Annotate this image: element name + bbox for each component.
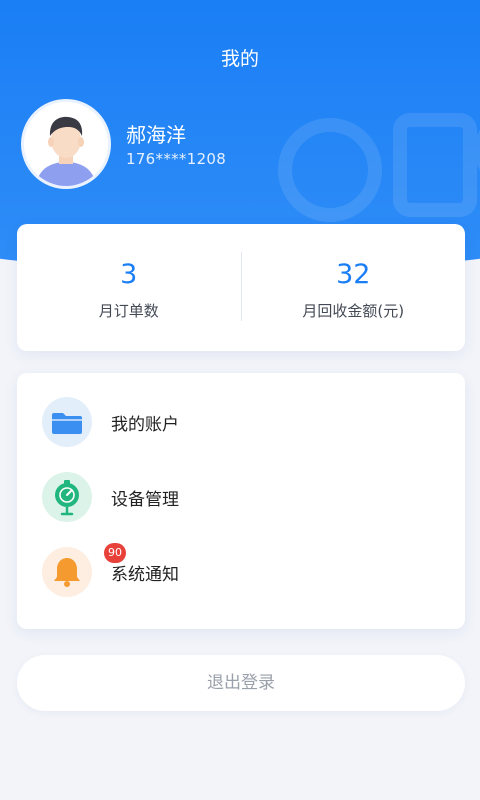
- avatar[interactable]: [21, 99, 111, 189]
- menu-item-my-account[interactable]: 我的账户: [17, 392, 465, 452]
- menu-label: 设备管理: [111, 489, 179, 510]
- stat-label: 月订单数: [98, 302, 159, 320]
- folder-icon: [42, 397, 92, 447]
- user-avatar-icon: [24, 102, 108, 186]
- logout-button[interactable]: 退出登录: [17, 655, 465, 711]
- menu-item-device-management[interactable]: 设备管理: [17, 467, 465, 527]
- stats-card: 3 月订单数 32 月回收金额(元): [17, 224, 465, 351]
- menu-card: 我的账户 设备管理 90 系统通知: [17, 373, 465, 629]
- bell-icon: 90: [42, 543, 126, 597]
- menu-label: 我的账户: [111, 414, 179, 435]
- stat-label: 月回收金额(元): [302, 302, 405, 320]
- device-icon: [42, 472, 92, 522]
- menu-item-system-notifications[interactable]: 90 系统通知: [17, 542, 465, 602]
- stat-value: 32: [336, 259, 371, 290]
- decorative-pattern: [278, 113, 480, 222]
- menu-label: 系统通知: [111, 564, 179, 585]
- stat-value: 3: [120, 259, 138, 290]
- stat-monthly-orders[interactable]: 3 月订单数: [17, 224, 241, 351]
- page-title: 我的: [220, 48, 259, 70]
- profile-page: 我的 郝海洋 176****1208 3 月订单数 32 月回收金额(元) 我的…: [0, 0, 480, 800]
- user-phone: 176****1208: [126, 150, 227, 168]
- user-name: 郝海洋: [126, 123, 186, 147]
- stat-monthly-amount[interactable]: 32 月回收金额(元): [242, 224, 466, 351]
